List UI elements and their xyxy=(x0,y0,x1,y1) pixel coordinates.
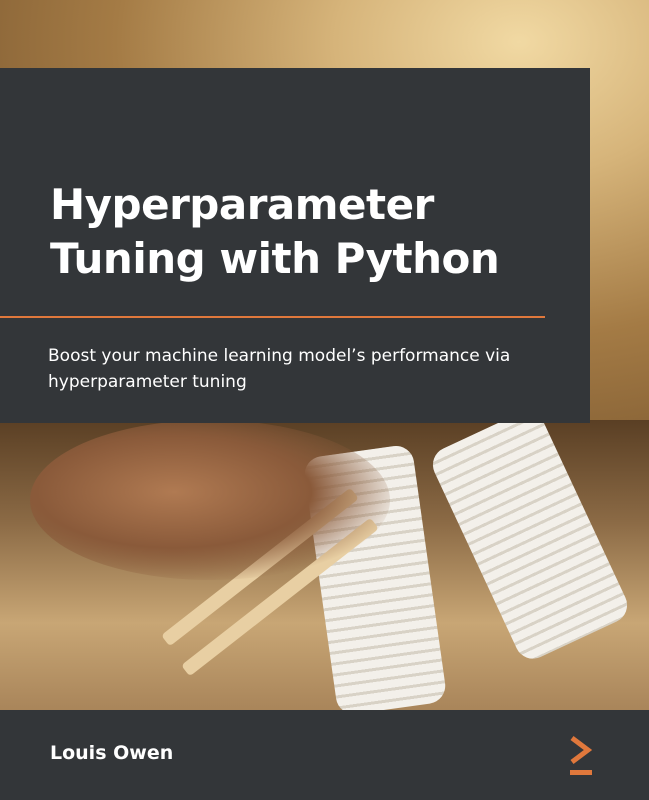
book-subtitle: Boost your machine learning model’s perf… xyxy=(48,346,511,392)
title-panel: Hyperparameter Tuning with Python Boost … xyxy=(0,68,590,423)
accent-rule xyxy=(0,316,545,318)
felt-roll-decoration xyxy=(427,405,633,665)
chevron-right-underscore-icon xyxy=(570,736,593,775)
footer-bar: Louis Owen xyxy=(0,710,649,800)
book-title: Hyperparameter Tuning with Python xyxy=(50,180,500,283)
hand-decoration xyxy=(30,420,390,580)
book-cover: Hyperparameter Tuning with Python Boost … xyxy=(0,0,649,800)
author-name: Louis Owen xyxy=(50,742,174,764)
